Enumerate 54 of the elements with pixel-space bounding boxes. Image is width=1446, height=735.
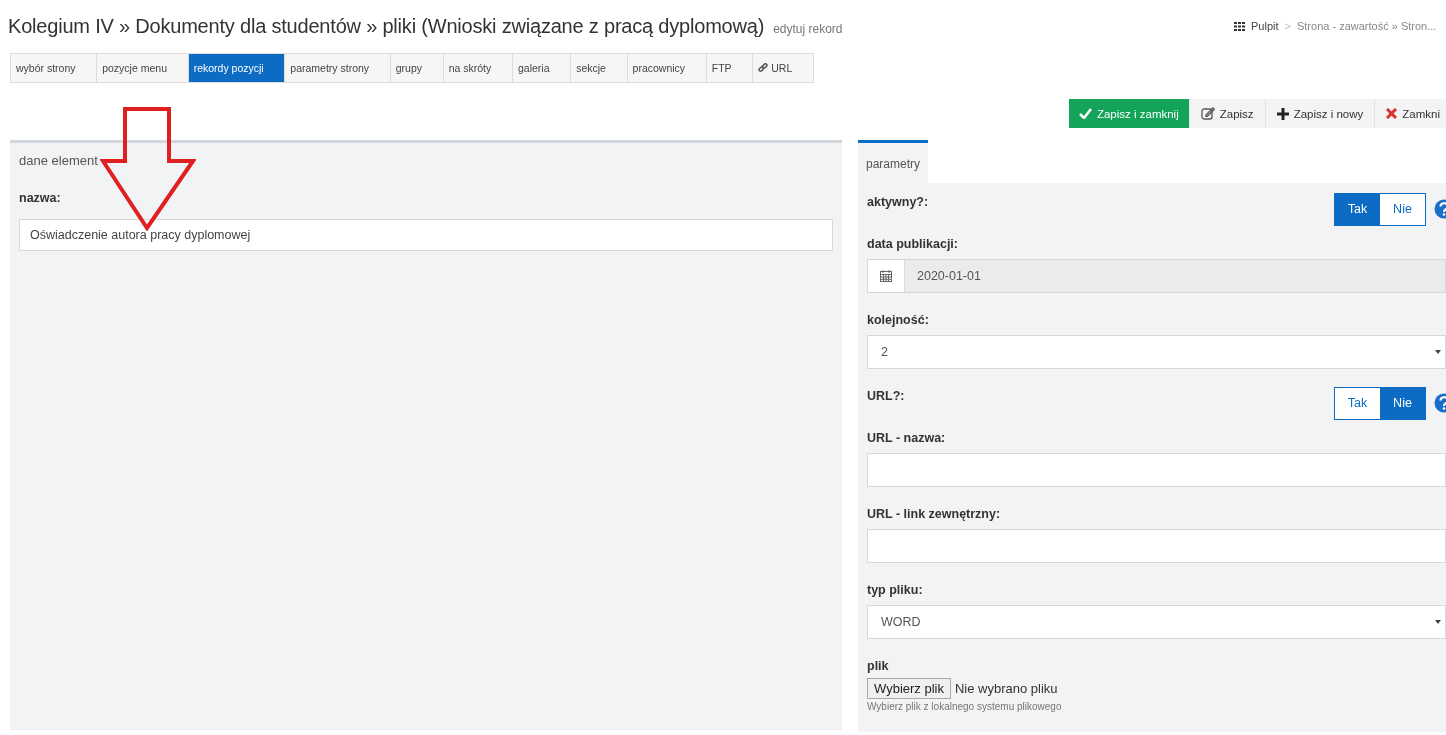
grid-icon: [1234, 21, 1245, 31]
nav-tab[interactable]: parametry strony: [285, 54, 391, 82]
action-button[interactable]: Zamkni: [1375, 99, 1446, 128]
nav-tab[interactable]: wybór strony: [11, 54, 98, 82]
help-icon[interactable]: [1434, 393, 1446, 413]
nav-tab[interactable]: pozycje menu: [97, 54, 189, 82]
input-field[interactable]: Oświadczenie autora pracy dyplomowej: [19, 219, 833, 251]
field-label: URL?:: [867, 389, 905, 405]
nav-tab[interactable]: rekordy pozycji: [188, 54, 286, 82]
help-text: Wybierz plik z lokalnego systemu plikowego: [867, 701, 1063, 712]
input-field[interactable]: [867, 529, 1446, 563]
caret-icon: [1435, 620, 1441, 624]
field-label: URL - link zewnętrzny:: [867, 507, 1002, 521]
plus-icon: [1276, 107, 1289, 120]
toggle-option[interactable]: Tak: [1335, 387, 1380, 419]
select-field[interactable]: WORD: [867, 605, 1446, 639]
edit-icon: [1200, 107, 1215, 120]
field-label: aktywny?:: [867, 195, 929, 211]
date-field[interactable]: 2020-01-01: [867, 259, 1446, 293]
breadcrumb-separator: >: [1284, 20, 1291, 32]
nav-tab[interactable]: URL: [753, 54, 813, 82]
nav-tab[interactable]: FTP: [706, 54, 754, 82]
nav-tab[interactable]: na skróty: [443, 54, 513, 82]
nav-tab[interactable]: sekcje: [571, 54, 628, 82]
close-icon: [1386, 108, 1398, 119]
help-icon[interactable]: [1434, 199, 1446, 219]
toggle-option[interactable]: Tak: [1335, 193, 1380, 225]
nav-tab[interactable]: pracownicy: [627, 54, 707, 82]
nav-tab[interactable]: grupy: [390, 54, 444, 82]
link-icon: [758, 63, 769, 73]
action-button[interactable]: Zapisz i nowy: [1265, 99, 1376, 128]
field-label: nazwa:: [19, 191, 62, 205]
file-status: Nie wybrano pliku: [954, 681, 1058, 696]
panel-tab[interactable]: parametry: [858, 140, 929, 183]
panel-title: dane element: [19, 152, 99, 170]
field-label: typ pliku:: [867, 583, 924, 597]
toggle-option[interactable]: Nie: [1380, 193, 1425, 225]
breadcrumb-path: Strona - zawartość » Stron...: [1296, 20, 1437, 32]
field-label: plik: [867, 659, 890, 673]
choose-file-button[interactable]: Wybierz plik: [867, 678, 951, 699]
page-subtitle: edytuj rekord: [773, 21, 843, 36]
field-label: data publikacji:: [867, 237, 959, 251]
check-icon: [1078, 108, 1092, 119]
nav-tab[interactable]: galeria: [512, 54, 572, 82]
input-field[interactable]: [867, 453, 1446, 487]
calendar-icon: [880, 270, 892, 282]
toggle-option[interactable]: Nie: [1380, 387, 1425, 419]
caret-icon: [1435, 350, 1441, 354]
field-label: URL - nazwa:: [867, 431, 947, 445]
action-button[interactable]: Zapisz: [1189, 99, 1266, 128]
page-title: Kolegium IV » Dokumenty dla studentów » pliki (Wnioski związane z pracą dyplomową): [8, 14, 765, 38]
breadcrumb-link[interactable]: Pulpit: [1251, 20, 1279, 32]
select-field[interactable]: 2: [867, 335, 1446, 369]
field-label: kolejność:: [867, 313, 930, 327]
